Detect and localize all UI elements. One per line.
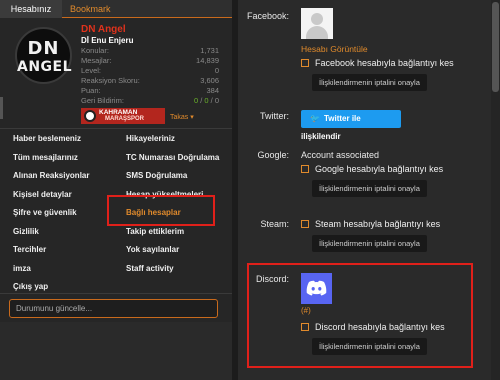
highlight-box (247, 263, 473, 368)
stat-row: Level: 0 (81, 66, 219, 76)
google-disconnect-label: Google hesabıyla bağlantıyı kes (315, 164, 444, 174)
steam-label: Steam: (260, 219, 289, 229)
facebook-disconnect-row[interactable]: Facebook hesabıyla bağlantıyı kes (301, 58, 454, 68)
stat-value: 1,731 (200, 46, 219, 55)
divider (0, 293, 232, 294)
menu-tc-dogrulama[interactable]: TC Numarası Doğrulama (126, 152, 219, 164)
user-title: Dİ Enu Enjeru (81, 36, 134, 45)
stat-label: Mesajlar: (81, 56, 112, 65)
highlight-box (107, 195, 215, 226)
stat-row: Puan: 384 (81, 86, 219, 96)
stat-value: 14,839 (196, 56, 219, 65)
twitter-connect-button[interactable]: 🐦 Twitter ile ilişkilendir (301, 110, 401, 141)
stat-value: 384 (206, 86, 219, 95)
facebook-label: Facebook: (246, 11, 289, 21)
stat-row: Mesajlar: 14,839 (81, 56, 219, 66)
stat-value: 3,606 (200, 76, 219, 85)
menu-sms-dogrulama[interactable]: SMS Doğrulama (126, 170, 187, 182)
menu-alinan-reaksiyonlar[interactable]: Alınan Reaksiyonlar (13, 170, 89, 182)
menu-imza[interactable]: imza (13, 263, 31, 275)
avatar[interactable]: DN ANGEL (15, 27, 72, 84)
stat-row: Konular: 1,731 (81, 46, 219, 56)
banner-text-line1: KAHRAMAN (99, 109, 138, 116)
tab-bar: Hesabınız Bookmark (0, 0, 232, 18)
menu-takip-ettiklerim[interactable]: Takip ettiklerim (126, 226, 184, 238)
scrollbar-thumb[interactable] (492, 2, 499, 92)
tab-hesabiniz[interactable]: Hesabınız (0, 0, 62, 18)
banner-text-line2: MARAŞSPOR (105, 116, 145, 122)
stat-row-feedback: Geri Bildirim: 0 / 0 / 0 (81, 96, 219, 106)
takas-link[interactable]: Takas ▾ (170, 113, 194, 121)
stat-label: Reaksiyon Skoru: (81, 76, 140, 85)
google-confirm-button[interactable]: İlişkilendirmenin iptalini onayla (312, 180, 427, 197)
status-input[interactable]: Durumunu güncelle... (9, 299, 218, 318)
default-avatar-body (306, 26, 328, 39)
facebook-disconnect-label: Facebook hesabıyla bağlantıyı kes (315, 58, 454, 68)
checkbox[interactable] (301, 59, 309, 67)
feedback-negative: 0 (214, 96, 219, 105)
username[interactable]: DN Angel (81, 24, 126, 35)
facebook-confirm-button[interactable]: İlişkilendirmenin iptalini onayla (312, 74, 427, 91)
avatar-text-line2: ANGEL (17, 59, 73, 75)
default-avatar-icon (311, 13, 323, 25)
menu-gizlilik[interactable]: Gizlilik (13, 226, 39, 238)
stat-label: Level: (81, 66, 102, 75)
menu-yok-sayilanlar[interactable]: Yok sayılanlar (126, 244, 179, 256)
account-dropdown: Hesabınız Bookmark DN ANGEL DN Angel Dİ … (0, 0, 232, 322)
twitter-label: Twitter: (259, 111, 289, 121)
stat-label: Puan: (81, 86, 101, 95)
checkbox[interactable] (301, 220, 309, 228)
stat-value: 0 (214, 66, 219, 75)
divider (0, 128, 232, 129)
facebook-view-profile-link[interactable]: Hesabı Görüntüle (301, 44, 368, 54)
steam-disconnect-row[interactable]: Steam hesabıyla bağlantıyı kes (301, 219, 440, 229)
google-disconnect-row[interactable]: Google hesabıyla bağlantıyı kes (301, 164, 443, 174)
twitter-bird-icon: 🐦 (310, 114, 320, 123)
menu-sifre-ve-guvenlik[interactable]: Şifre ve güvenlik (13, 207, 77, 219)
menu-tum-mesajlariniz[interactable]: Tüm mesajlarınız (13, 152, 78, 164)
avatar-text-line1: DN (27, 38, 60, 59)
menu-cikis-yap[interactable]: Çıkış yap (13, 281, 48, 293)
menu-kisisel-detaylar[interactable]: Kişisel detaylar (13, 189, 72, 201)
stat-label: Geri Bildirim: (81, 96, 124, 105)
menu-hikayeleriniz[interactable]: Hikayeleriniz (126, 133, 175, 145)
checkbox[interactable] (301, 165, 309, 173)
panel-strip (0, 97, 3, 119)
google-status: Account associated (301, 150, 380, 160)
steam-confirm-button[interactable]: İlişkilendirmenin iptalini onayla (312, 235, 427, 252)
menu-haber-beslemeniz[interactable]: Haber beslemeniz (13, 133, 81, 145)
google-label: Google: (257, 150, 289, 160)
tab-bookmark[interactable]: Bookmark (70, 0, 111, 18)
stat-row: Reaksiyon Skoru: 3,606 (81, 76, 219, 86)
team-logo-icon (84, 110, 96, 122)
team-banner: KAHRAMAN MARAŞSPOR (81, 108, 165, 124)
steam-disconnect-label: Steam hesabıyla bağlantıyı kes (315, 219, 441, 229)
facebook-avatar (301, 8, 333, 39)
menu-tercihler[interactable]: Tercihler (13, 244, 46, 256)
stat-label: Konular: (81, 46, 109, 55)
menu-staff-activity[interactable]: Staff activity (126, 263, 174, 275)
feedback-value: 0 / 0 / 0 (194, 96, 219, 105)
panel-edge (232, 0, 238, 380)
